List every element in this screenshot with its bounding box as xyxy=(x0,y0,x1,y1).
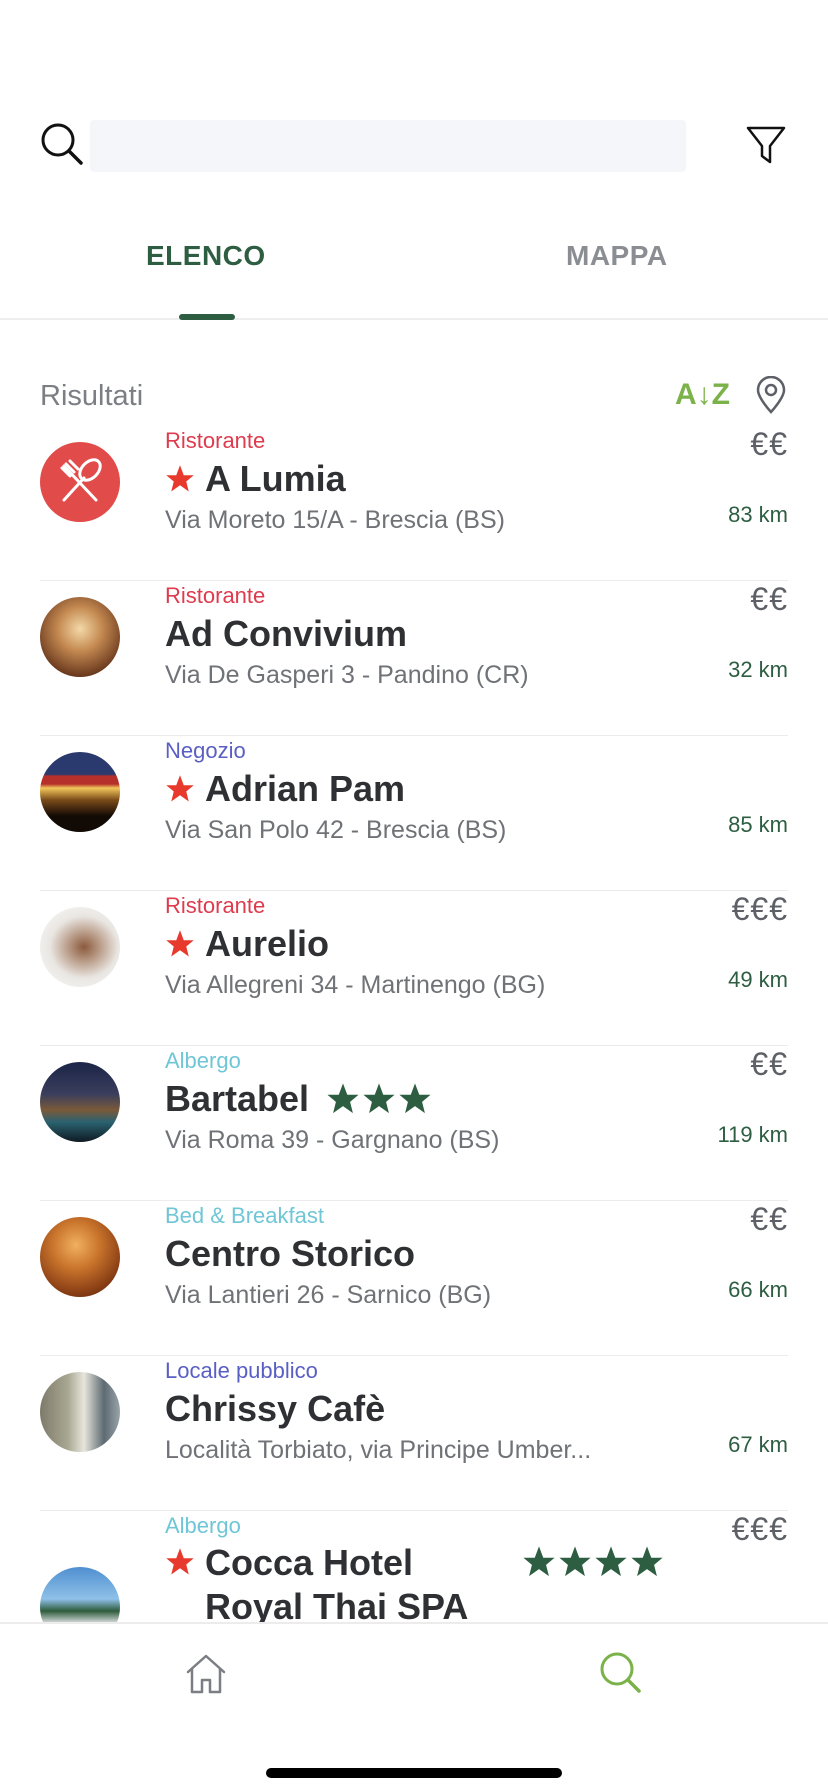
item-price: €€ xyxy=(750,1046,788,1082)
item-distance: 32 km xyxy=(728,657,788,682)
item-name: Aurelio xyxy=(205,923,330,964)
active-tab-indicator xyxy=(179,314,235,320)
list-item[interactable]: Locale pubblico Chrissy Cafè Località To… xyxy=(40,1356,788,1511)
results-list: Ristorante A Lumia Via Moreto 15/A - Bre… xyxy=(40,426,788,1622)
item-distance: 66 km xyxy=(728,1277,788,1302)
item-photo-avatar xyxy=(40,752,120,832)
rating-star-icon xyxy=(523,1546,555,1577)
item-photo-avatar xyxy=(40,1217,120,1297)
list-item[interactable]: Ristorante Ad Convivium Via De Gasperi 3… xyxy=(40,581,788,736)
fork-knife-icon xyxy=(60,458,102,502)
item-category: Albergo xyxy=(165,1513,241,1538)
home-indicator xyxy=(266,1768,562,1778)
item-address: Via San Polo 42 - Brescia (BS) xyxy=(165,816,507,844)
item-distance: 119 km xyxy=(717,1122,788,1147)
list-item[interactable]: Negozio Adrian Pam Via San Polo 42 - Bre… xyxy=(40,736,788,891)
list-item[interactable]: Ristorante A Lumia Via Moreto 15/A - Bre… xyxy=(40,426,788,581)
results-label: Risultati xyxy=(40,380,144,412)
item-category: Ristorante xyxy=(165,583,266,608)
item-price: €€ xyxy=(750,426,788,462)
item-photo-avatar xyxy=(40,1372,120,1452)
item-address: Via Lantieri 26 - Sarnico (BG) xyxy=(165,1281,492,1309)
item-address: Via Roma 39 - Gargnano (BS) xyxy=(165,1126,500,1154)
item-name: Centro Storico xyxy=(165,1233,416,1274)
restaurant-logo-avatar xyxy=(40,442,120,522)
item-photo-avatar xyxy=(40,907,120,987)
rating-star-icon xyxy=(363,1083,395,1114)
sort-alphabetical-button[interactable]: A↓Z xyxy=(675,378,730,412)
item-price: €€€ xyxy=(731,1511,788,1547)
item-category: Ristorante xyxy=(165,893,266,918)
featured-star-icon xyxy=(166,930,194,957)
list-item[interactable]: Albergo Bartabel Via Roma 39 - Gargnano … xyxy=(40,1046,788,1201)
search-input[interactable] xyxy=(90,120,686,172)
item-address: Località Torbiato, via Principe Umber... xyxy=(165,1436,592,1464)
results-header: Risultati A↓Z xyxy=(40,376,788,418)
item-name: Bartabel xyxy=(165,1078,310,1119)
item-name: Chrissy Cafè xyxy=(165,1388,386,1429)
item-price: €€€ xyxy=(731,891,788,927)
item-address: Via De Gasperi 3 - Pandino (CR) xyxy=(165,661,529,689)
star-rating xyxy=(325,1082,433,1116)
item-distance: 49 km xyxy=(728,967,788,992)
list-item[interactable]: Ristorante Aurelio Via Allegreni 34 - Ma… xyxy=(40,891,788,1046)
tab-elenco[interactable]: ELENCO xyxy=(146,240,266,272)
rating-star-icon xyxy=(559,1546,591,1577)
item-category: Locale pubblico xyxy=(165,1358,318,1383)
item-name: Ad Convivium xyxy=(165,613,408,654)
rating-star-icon xyxy=(595,1546,627,1577)
location-pin-icon[interactable] xyxy=(754,376,788,414)
filter-icon[interactable] xyxy=(744,122,788,166)
featured-star-icon xyxy=(166,1548,194,1575)
list-item[interactable]: Bed & Breakfast Centro Storico Via Lanti… xyxy=(40,1201,788,1356)
item-photo-avatar xyxy=(40,597,120,677)
item-name: A Lumia xyxy=(205,458,346,499)
item-address: Via Moreto 15/A - Brescia (BS) xyxy=(165,506,505,534)
star-rating xyxy=(521,1545,665,1579)
item-category: Albergo xyxy=(165,1048,241,1073)
home-icon[interactable] xyxy=(182,1650,230,1698)
item-distance: 83 km xyxy=(728,502,788,527)
tab-mappa[interactable]: MAPPA xyxy=(566,240,668,272)
item-photo-avatar xyxy=(40,1567,120,1622)
item-address: Via Allegreni 34 - Martinengo (BG) xyxy=(165,971,546,999)
rating-star-icon xyxy=(327,1083,359,1114)
view-tabs: ELENCO MAPPA xyxy=(0,220,828,320)
search-bar xyxy=(40,116,788,176)
bottom-navigation xyxy=(0,1622,828,1792)
item-distance: 67 km xyxy=(728,1432,788,1457)
item-price: €€ xyxy=(750,1201,788,1237)
item-name: Cocca Hotel Royal Thai SPA xyxy=(205,1542,469,1622)
item-category: Bed & Breakfast xyxy=(165,1203,324,1228)
rating-star-icon xyxy=(399,1083,431,1114)
item-category: Ristorante xyxy=(165,428,266,453)
search-icon[interactable] xyxy=(598,1650,642,1694)
item-photo-avatar xyxy=(40,1062,120,1142)
item-category: Negozio xyxy=(165,738,246,763)
item-price: €€ xyxy=(750,581,788,617)
list-item[interactable]: Albergo Cocca Hotel Royal Thai SPA €€€ xyxy=(40,1511,788,1622)
item-name: Adrian Pam xyxy=(205,768,406,809)
featured-star-icon xyxy=(166,775,194,802)
search-icon[interactable] xyxy=(40,122,84,166)
item-distance: 85 km xyxy=(728,812,788,837)
featured-star-icon xyxy=(166,465,194,492)
rating-star-icon xyxy=(631,1546,663,1577)
